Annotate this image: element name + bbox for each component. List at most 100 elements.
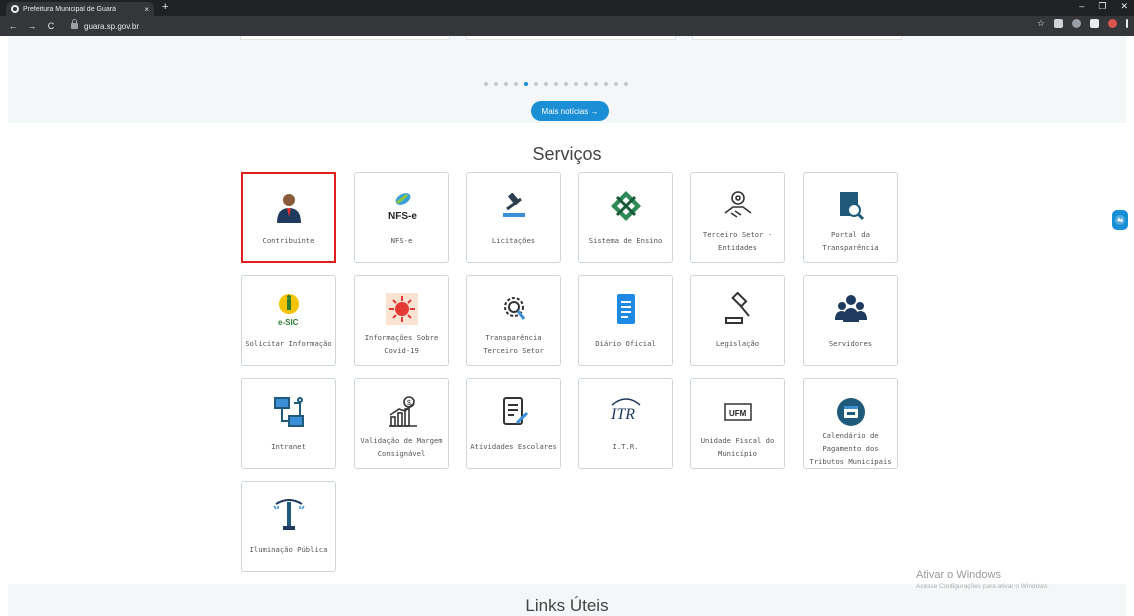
service-tile[interactable]: Calendário de Pagamento dos Tributos Mun… [803, 378, 898, 469]
service-tile[interactable]: Iluminação Pública [241, 481, 336, 572]
windows-activation-title: Ativar o Windows [916, 569, 1001, 581]
svg-text:ITR: ITR [610, 406, 635, 423]
service-tile[interactable]: Licitações [466, 172, 561, 263]
gavel-icon [497, 189, 531, 223]
close-window-button[interactable]: ✕ [1120, 1, 1128, 12]
extension-icon[interactable] [1054, 19, 1063, 28]
notepad-icon [497, 395, 531, 429]
svg-text:NFS-e: NFS-e [388, 211, 417, 222]
service-tile[interactable]: Atividades Escolares [466, 378, 561, 469]
streetlight-icon [272, 498, 306, 532]
education-icon [609, 189, 643, 223]
pager-dot[interactable] [554, 82, 558, 86]
service-tile-label: Solicitar Informação [245, 339, 332, 348]
tab-close-icon[interactable]: × [144, 5, 149, 14]
service-tile-label: Legislação [715, 339, 760, 348]
page: Mais notícias → Serviços Contribuinte NFS… [0, 36, 1134, 616]
service-tile[interactable]: Informações Sobre Covid-19 [354, 275, 449, 366]
service-tile-label: Informações Sobre Covid-19 [364, 332, 439, 355]
newspaper-icon [609, 292, 643, 326]
lock-icon [71, 19, 78, 29]
service-tile-label: Validação de Margem Consignável [360, 435, 443, 458]
service-tile[interactable]: UFM Unidade Fiscal do Município [690, 378, 785, 469]
pager-dot[interactable] [614, 82, 618, 86]
tab-title: Prefeitura Municipal de Guará [23, 5, 116, 13]
service-tile[interactable]: Transparência Terceiro Setor [466, 275, 561, 366]
pager-dot[interactable] [574, 82, 578, 86]
links-title: Links Úteis [525, 596, 609, 615]
service-tile-label: Servidores [828, 339, 873, 348]
service-tile-label: Iluminação Pública [249, 545, 328, 554]
handshake-icon [721, 189, 755, 223]
browser-tab[interactable]: Prefeitura Municipal de Guará × [6, 2, 154, 16]
site-favicon-icon [11, 5, 19, 13]
ufm-icon: UFM [721, 395, 755, 429]
calendar-icon [834, 395, 868, 429]
forward-button[interactable]: → [25, 21, 39, 31]
service-tile-label: Contribuinte [262, 236, 315, 245]
services-title: Serviços [532, 144, 602, 164]
service-tile[interactable]: Terceiro Setor - Entidades [690, 172, 785, 263]
extensions-area: ☆ [1037, 19, 1128, 28]
service-tile-label: Intranet [271, 442, 306, 451]
news-card[interactable] [240, 36, 450, 40]
pager-dot[interactable] [594, 82, 598, 86]
minimize-button[interactable]: – [1079, 1, 1084, 12]
pager-dot[interactable] [624, 82, 628, 86]
pager-dot[interactable] [484, 82, 488, 86]
address-bar[interactable]: guara.sp.gov.br [84, 22, 139, 31]
service-tile-label: Calendário de Pagamento dos Tributos Mun… [809, 431, 892, 466]
service-tile[interactable]: Portal da Transparência [803, 172, 898, 263]
service-tile[interactable]: Sistema de Ensino [578, 172, 673, 263]
nfse-icon: NFS-e [385, 189, 419, 223]
news-card[interactable] [692, 36, 902, 40]
pager-dot[interactable] [504, 82, 508, 86]
news-card[interactable] [466, 36, 676, 40]
service-tile[interactable]: Diário Oficial [578, 275, 673, 366]
service-tile[interactable]: Contribuinte [241, 172, 336, 263]
service-tile-label: I.T.R. [612, 442, 639, 451]
news-pager [484, 82, 628, 86]
window-controls: – ❐ ✕ [1079, 1, 1128, 12]
new-tab-button[interactable]: + [162, 1, 168, 13]
extension-gear-icon[interactable] [1072, 19, 1081, 28]
pager-dot[interactable] [584, 82, 588, 86]
menu-icon[interactable] [1126, 19, 1128, 28]
service-tile-label: Sistema de Ensino [588, 236, 663, 245]
service-tile-label: Transparência Terceiro Setor [483, 332, 544, 355]
service-tile[interactable]: ITR I.T.R. [578, 378, 673, 469]
document-search-icon [834, 189, 868, 223]
service-tile-label: Unidade Fiscal do Município [700, 435, 775, 458]
service-tile[interactable]: e-SIC Solicitar Informação [241, 275, 336, 366]
service-tile-label: Diário Oficial [595, 339, 656, 348]
reload-button[interactable]: C [44, 21, 58, 31]
pager-dot[interactable] [494, 82, 498, 86]
profile-avatar-icon[interactable] [1108, 19, 1117, 28]
service-tile[interactable]: $ Validação de Margem Consignável [354, 378, 449, 469]
service-tile-label: NFS-e [390, 236, 413, 245]
service-tile-label: Portal da Transparência [822, 229, 879, 252]
network-icon [272, 395, 306, 429]
pager-dot[interactable] [564, 82, 568, 86]
star-icon[interactable]: ☆ [1037, 19, 1045, 28]
service-tile[interactable]: Intranet [241, 378, 336, 469]
service-tile[interactable]: Legislação [690, 275, 785, 366]
pager-dot[interactable] [604, 82, 608, 86]
pager-dot[interactable] [514, 82, 518, 86]
service-tile-label: Licitações [491, 236, 536, 245]
accessibility-widget-button[interactable] [1112, 210, 1128, 230]
chart-money-icon: $ [385, 395, 419, 429]
hand-icon [1115, 215, 1125, 225]
pager-dot[interactable] [544, 82, 548, 86]
back-button[interactable]: ← [6, 21, 20, 31]
service-tile[interactable]: Servidores [803, 275, 898, 366]
svg-text:UFM: UFM [729, 409, 747, 418]
svg-text:e-SIC: e-SIC [278, 318, 299, 326]
service-tile[interactable]: NFS-e NFS-e [354, 172, 449, 263]
restore-button[interactable]: ❐ [1098, 1, 1106, 12]
pager-dot[interactable] [534, 82, 538, 86]
more-news-button[interactable]: Mais notícias → [531, 101, 609, 121]
law-gavel-icon [721, 292, 755, 326]
pager-dot[interactable] [524, 82, 528, 86]
puzzle-icon[interactable] [1090, 19, 1099, 28]
